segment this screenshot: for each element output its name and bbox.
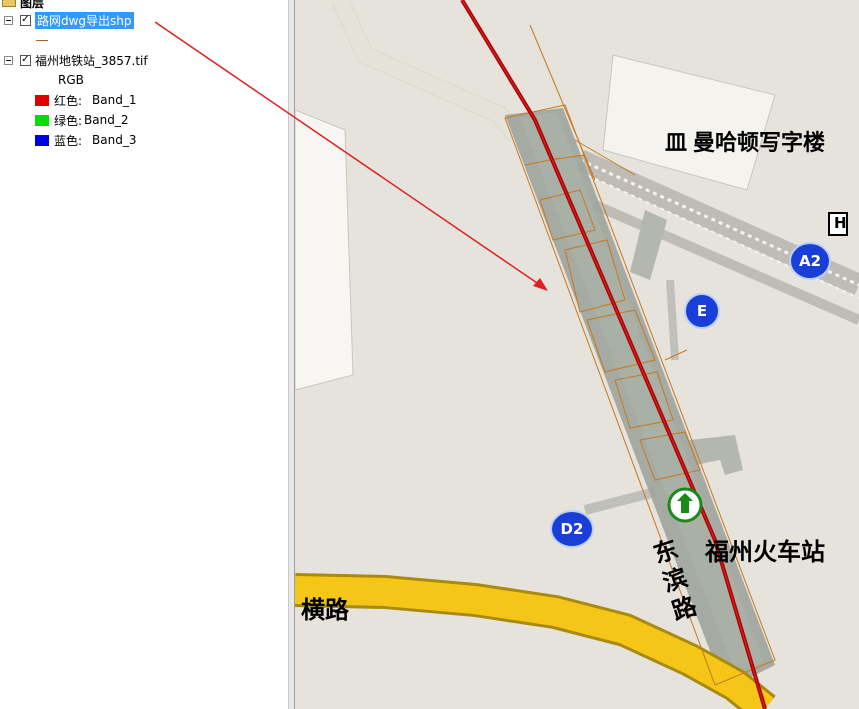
collapse-icon[interactable]	[4, 55, 13, 65]
toc-root[interactable]: 图层	[2, 0, 44, 11]
layer-name[interactable]: 路网dwg导出shp	[35, 11, 134, 29]
legend-band-red: 红色: Band_1	[35, 91, 137, 109]
building-prefix-icon: 皿	[665, 131, 688, 156]
metro-exit-e-badge[interactable]: E	[684, 293, 720, 329]
band-color-label: 绿色:	[54, 113, 83, 128]
legend-band-blue: 蓝色: Band_3	[35, 131, 137, 149]
panel-splitter[interactable]	[288, 0, 295, 709]
legend-header-label: RGB	[58, 73, 84, 87]
band-name: Band_2	[84, 113, 129, 127]
layer-row-raster[interactable]: ✓ 福州地铁站_3857.tif	[4, 51, 148, 69]
green-swatch	[35, 114, 49, 126]
hospital-letter: H	[834, 214, 847, 232]
table-of-contents-panel: 图层 ✓ 路网dwg导出shp ✓ 福州地铁站_3857.tif RGB 红色:…	[0, 0, 288, 709]
layer-visibility-checkbox[interactable]: ✓	[20, 14, 31, 26]
layer-name[interactable]: 福州地铁站_3857.tif	[35, 52, 148, 69]
metro-exit-a2-badge[interactable]: A2	[789, 242, 831, 280]
station-label: 福州火车站	[705, 538, 825, 566]
building-block	[602, 54, 776, 191]
band-color-label: 红色:	[54, 93, 83, 108]
red-swatch	[35, 94, 49, 106]
layer-visibility-checkbox[interactable]: ✓	[20, 54, 31, 66]
metro-exit-d2-badge[interactable]: D2	[550, 510, 594, 548]
collapse-icon[interactable]	[4, 15, 13, 25]
map-view[interactable]: H 皿 曼哈顿写字楼 福州火车站 横路 东滨路 A2 E D2	[295, 0, 859, 709]
blue-swatch	[35, 134, 49, 146]
toc-root-label: 图层	[20, 0, 45, 10]
layers-folder-icon	[2, 0, 16, 7]
map-canvas[interactable]	[295, 0, 859, 709]
layer-row-road-shp[interactable]: ✓ 路网dwg导出shp	[4, 11, 134, 29]
building-stub	[666, 279, 679, 361]
line-symbol-swatch	[36, 40, 48, 41]
road-label-left: 横路	[301, 596, 349, 624]
building-block	[295, 109, 354, 391]
band-color-label: 蓝色:	[54, 133, 83, 148]
legend-header: RGB	[58, 71, 84, 89]
band-name: Band_3	[92, 133, 137, 147]
railway-station-symbol	[667, 487, 703, 523]
band-name: Band_1	[92, 93, 137, 107]
legend-band-green: 绿色: Band_2	[35, 111, 129, 129]
building-label: 曼哈顿写字楼	[693, 131, 826, 156]
